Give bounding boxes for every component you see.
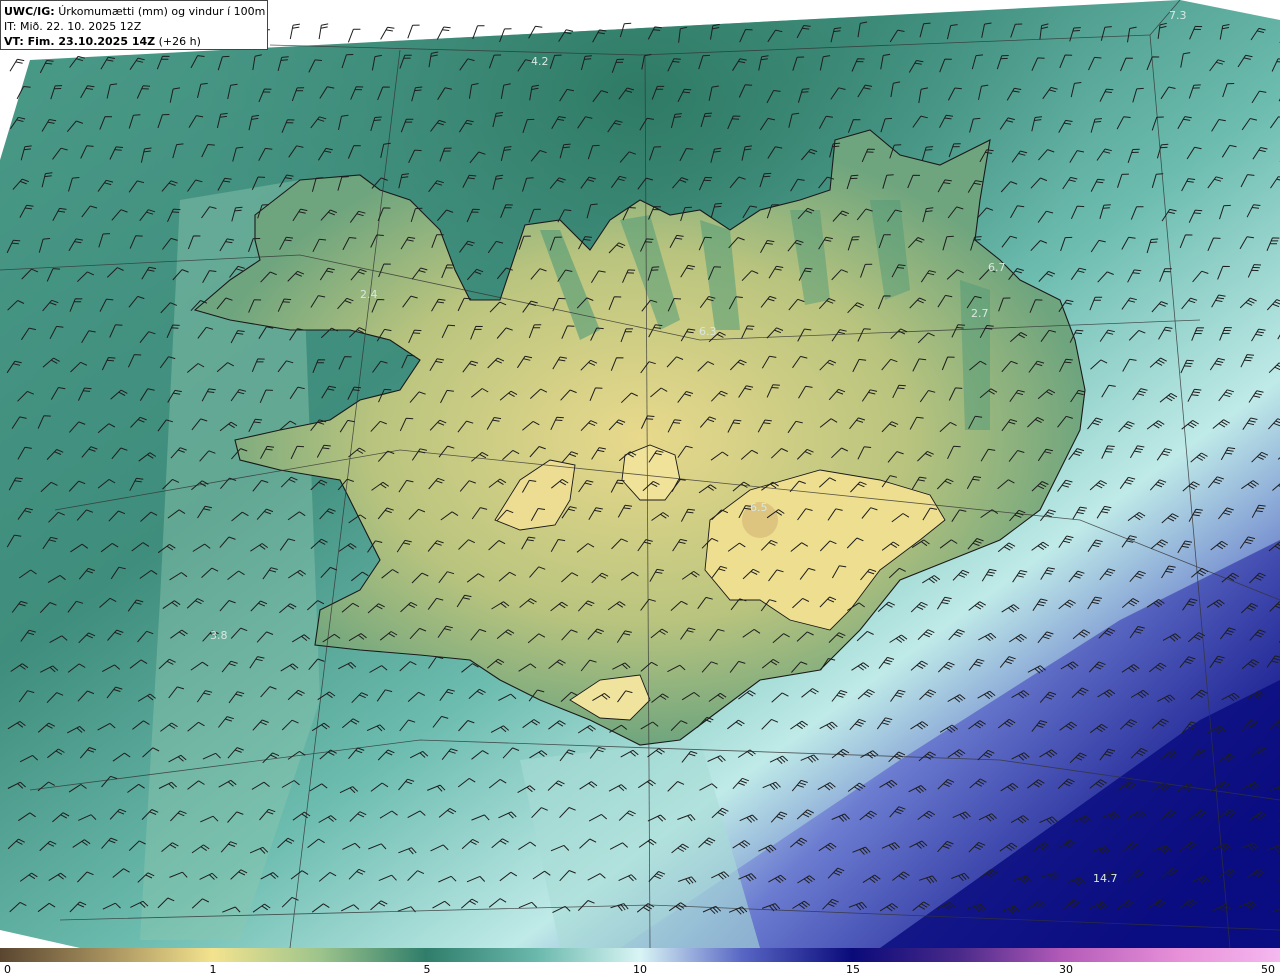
colorbar-tick: 15 [846,963,860,976]
init-time: IT: Mið. 22. 10. 2025 12Z [4,20,142,33]
colorbar-tick: 10 [633,963,647,976]
weather-map: 7.3 4.2 6.7 2.4 6.3 2.7 6.5 3.8 14.7 [0,0,1280,948]
colorbar-tick: 0 [4,963,11,976]
map-value-label: 7.3 [1169,9,1187,22]
colorbar-tick: 1 [209,963,217,976]
map-value-label: 6.3 [699,325,717,338]
map-value-label: 2.7 [971,307,989,320]
colorbar-tick: 50 [1261,963,1275,976]
map-value-label: 14.7 [1093,872,1118,885]
map-value-label: 6.7 [988,261,1006,274]
forecast-offset: (+26 h) [155,35,201,48]
map-value-label: 4.2 [531,55,549,68]
colorbar-tick: 5 [423,963,431,976]
product-description: Úrkomumætti (mm) og vindur í 100m hæð [58,5,267,18]
valid-time: VT: Fim. 23.10.2025 14Z [4,35,156,48]
map-value-label: 3.8 [210,629,228,642]
map-value-label: 2.4 [360,288,378,301]
map-value-label: 6.5 [750,501,768,514]
product-code: UWC/IG: [4,5,55,18]
colorbar [0,948,1280,962]
map-viewer: 7.3 4.2 6.7 2.4 6.3 2.7 6.5 3.8 14.7 UWC… [0,0,1280,978]
colorbar-ticks: 0 1 5 10 15 30 50 [0,962,1280,978]
map-info-box: UWC/IG: Úrkomumætti (mm) og vindur í 100… [0,0,268,50]
colorbar-tick: 30 [1059,963,1073,976]
